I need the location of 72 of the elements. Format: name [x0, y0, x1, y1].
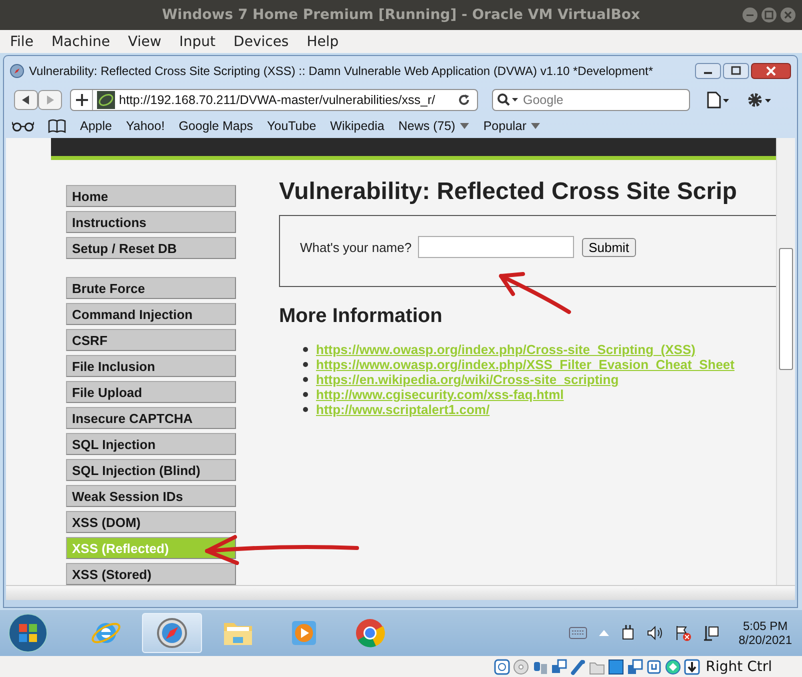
page-heading: Vulnerability: Reflected Cross Site Scrip: [279, 178, 738, 206]
flag-icon[interactable]: [674, 625, 691, 641]
menu-item[interactable]: Help: [306, 34, 339, 50]
search-field[interactable]: Google: [492, 89, 690, 111]
sidebar-item[interactable]: Brute Force: [66, 277, 236, 299]
close-icon[interactable]: [751, 63, 791, 79]
settings-icon[interactable]: [746, 91, 772, 109]
clock-time: 5:05 PM: [742, 619, 788, 633]
bullet-icon: [303, 392, 308, 397]
download-icon[interactable]: [684, 658, 700, 674]
start-orb-icon[interactable]: [8, 613, 48, 653]
sidebar-item[interactable]: File Inclusion: [66, 355, 236, 377]
menu-item[interactable]: Machine: [51, 34, 110, 50]
bookmark-link[interactable]: YouTube: [267, 119, 316, 133]
vertical-scrollbar[interactable]: [776, 138, 795, 585]
book-icon[interactable]: [48, 119, 66, 133]
bookmark-link[interactable]: Wikipedia: [330, 119, 384, 133]
bullet-icon: [303, 362, 308, 367]
bookmark-link[interactable]: Google Maps: [178, 119, 254, 133]
bookmark-menu[interactable]: News (75): [398, 119, 470, 133]
bookmark-menu[interactable]: Popular: [483, 119, 540, 133]
keyboard-icon[interactable]: [568, 627, 587, 639]
menu-item[interactable]: Input: [179, 34, 216, 50]
compass-icon: [10, 64, 24, 78]
maximize-icon[interactable]: [723, 63, 749, 79]
caret-icon: [531, 123, 540, 129]
page-menu-icon[interactable]: [706, 91, 730, 109]
scrollbar-thumb[interactable]: [779, 248, 793, 370]
name-input-field[interactable]: [418, 236, 574, 258]
speaker-icon[interactable]: [646, 626, 663, 640]
disc-icon[interactable]: [512, 658, 529, 674]
section-heading: More Information: [279, 305, 444, 328]
window-title: Windows 7 Home Premium [Running] - Oracle VM VirtualBox: [162, 7, 640, 23]
sidebar-item[interactable]: XSS (DOM): [66, 511, 236, 533]
sidebar-item[interactable]: Setup / Reset DB: [66, 237, 236, 259]
submit-button[interactable]: Submit: [582, 238, 636, 256]
glasses-icon[interactable]: [12, 120, 34, 132]
reload-icon[interactable]: [457, 93, 471, 107]
sidebar-item[interactable]: SQL Injection: [66, 433, 236, 455]
menu-item[interactable]: Devices: [234, 34, 289, 50]
taskbar-button[interactable]: [142, 613, 202, 653]
sidebar-item[interactable]: XSS (Stored): [66, 563, 236, 585]
sidebar-item[interactable]: Weak Session IDs: [66, 485, 236, 507]
sidebar-item[interactable]: Command Injection: [66, 303, 236, 325]
bullet-icon: [303, 347, 308, 352]
plug-icon[interactable]: [620, 625, 635, 641]
back-icon[interactable]: [14, 90, 38, 110]
host-key-label: Right Ctrl: [706, 658, 772, 674]
sidebar-item[interactable]: Instructions: [66, 211, 236, 233]
bookmark-link[interactable]: Apple: [80, 119, 112, 133]
menu-item[interactable]: View: [128, 34, 162, 50]
compass-icon: [156, 617, 188, 649]
address-bar[interactable]: http://192.168.70.211/DVWA-master/vulnerabilities/xss_r/: [70, 89, 478, 111]
bullet-icon: [303, 377, 308, 382]
clock-date: 8/20/2021: [738, 633, 792, 647]
site-icon: [97, 91, 115, 109]
field-label: What's your name?: [300, 240, 412, 254]
url-text: http://192.168.70.211/DVWA-master/vulnerabilities/xss_r/: [119, 93, 436, 107]
window-title: Vulnerability: Reflected Cross Site Scripting (XSS) :: Damn Vulnerable Web Application (DVWA) v1.10 *Development*: [29, 64, 654, 78]
chrome-icon: [354, 617, 386, 649]
sidebar-item[interactable]: Insecure CAPTCHA: [66, 407, 236, 429]
horizontal-scrollbar[interactable]: [6, 585, 795, 600]
sidebar-item[interactable]: SQL Injection (Blind): [66, 459, 236, 481]
sidebar-item[interactable]: CSRF: [66, 329, 236, 351]
caret-icon: [460, 123, 470, 129]
sidebar-item[interactable]: Home: [66, 185, 236, 207]
sidebar-item[interactable]: File Upload: [66, 381, 236, 403]
menu-item[interactable]: File: [10, 34, 34, 50]
bookmark-link[interactable]: Yahoo!: [126, 119, 165, 133]
minimize-icon[interactable]: [695, 63, 721, 79]
bullet-icon: [303, 407, 308, 412]
clock[interactable]: 5:05 PM 8/20/2021: [738, 619, 792, 647]
